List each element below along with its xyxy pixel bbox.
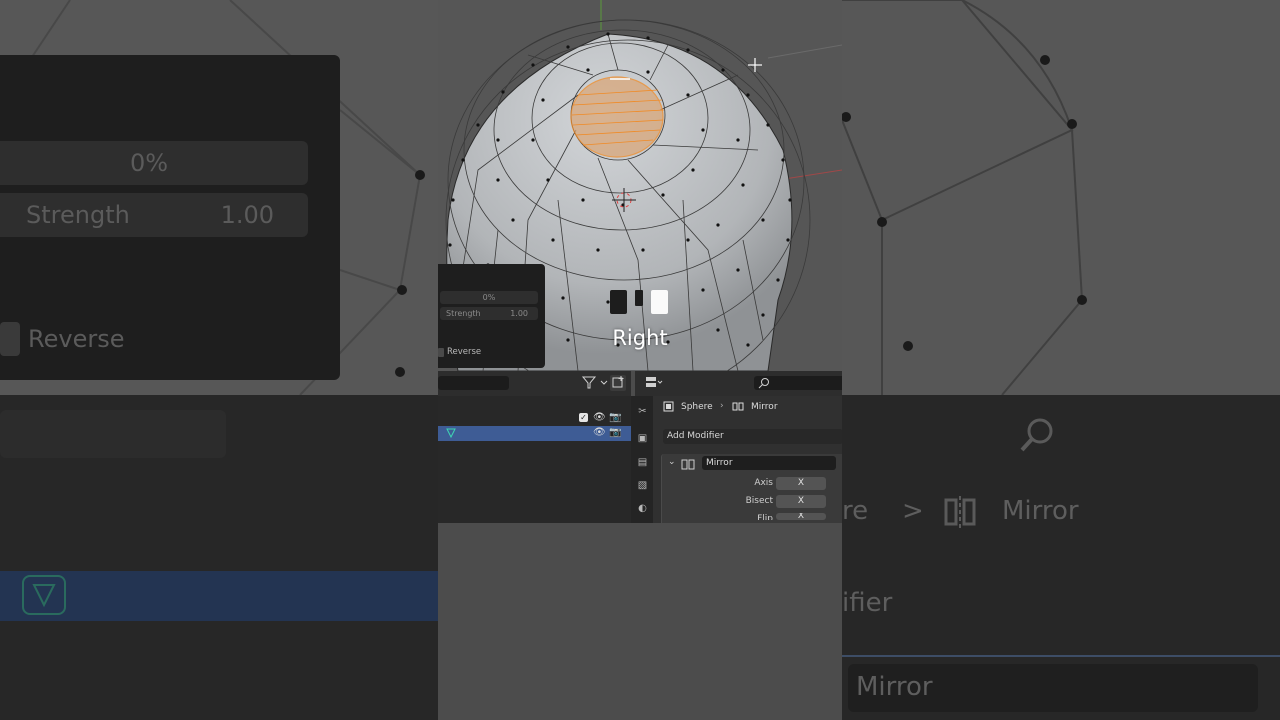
zoom-mod-name-field: Mirror — [848, 664, 1258, 712]
3d-viewport[interactable]: 0% Strength 1.00 Reverse Right — [438, 0, 842, 371]
collapse-chevron-icon[interactable]: ⌄ — [668, 457, 676, 467]
strength-field[interactable]: Strength 1.00 — [440, 307, 538, 320]
scene-tab-icon[interactable]: ◐ — [636, 502, 649, 515]
properties-editor: ✂ ▣ ▤ ▧ ◐ Sphere › Mirror Add Modifier ⌄ — [631, 396, 842, 524]
outliner-header — [438, 371, 631, 396]
breadcrumb-object: Sphere — [681, 402, 713, 412]
right-zoom-viewport — [842, 0, 1280, 396]
axis-x-toggle[interactable]: X — [776, 477, 826, 490]
outliner-row-sphere[interactable]: 👁 📷 — [438, 426, 631, 441]
mirror-modifier-icon — [681, 456, 695, 475]
zoom-add-tail: ifier — [842, 588, 893, 618]
zoom-reverse-label: Reverse — [28, 325, 125, 353]
zoom-strength-field: Strength 1.00 — [0, 193, 308, 237]
mirror-modifier-panel: ⌄ Mirror Axis X Bisect X Flip X — [661, 454, 842, 524]
search-icon — [758, 378, 769, 389]
eye-icon[interactable]: 👁 — [593, 427, 606, 439]
redo-last-panel: 0% Strength 1.00 Reverse — [438, 264, 545, 368]
chevron-right-icon: > — [902, 496, 924, 526]
object-icon — [663, 401, 674, 415]
tool-tab-icon[interactable]: ✂ — [636, 405, 649, 418]
render-tab-icon[interactable]: ▣ — [636, 432, 649, 445]
left-zoom-panel: 0% Strength 1.00 Reverse — [0, 0, 438, 720]
flip-x-toggle[interactable]: X — [776, 513, 826, 520]
zoom-mod-name: Mirror — [856, 672, 933, 702]
search-icon — [1020, 418, 1053, 452]
outliner-search-input[interactable] — [438, 376, 509, 390]
right-zoom-wireframe — [842, 0, 1087, 396]
zoom-crumb-tail: re — [842, 496, 869, 526]
zoom-divider — [842, 655, 1280, 657]
filter-icon[interactable] — [581, 375, 597, 391]
factor-field[interactable]: 0% — [440, 291, 538, 304]
mesh-icon — [22, 575, 66, 615]
outliner: ✓ 👁 📷 👁 📷 — [438, 396, 631, 523]
mouse-wheel — [635, 290, 643, 306]
zoom-factor-field: 0% — [0, 141, 308, 185]
strength-value: 1.00 — [510, 309, 528, 318]
properties-search-input[interactable] — [754, 376, 842, 390]
mirror-modifier-icon — [944, 496, 976, 528]
wrench-icon — [732, 401, 744, 415]
keycast-mouse-icon — [610, 290, 670, 316]
properties-tabs: ✂ ▣ ▤ ▧ ◐ — [631, 396, 653, 523]
mouse-left-button — [610, 290, 627, 314]
strength-label: Strength — [446, 309, 481, 318]
right-zoom-panel — [842, 0, 1280, 720]
new-collection-icon[interactable] — [610, 375, 626, 391]
modifier-name-field[interactable]: Mirror — [702, 456, 836, 470]
mesh-icon — [445, 427, 457, 439]
output-tab-icon[interactable]: ▤ — [636, 456, 649, 469]
zoom-crumb-modifier: Mirror — [1002, 496, 1079, 526]
zoom-reverse-checkbox — [0, 322, 20, 356]
editor-type-icon[interactable] — [645, 375, 663, 391]
camera-icon[interactable]: 📷 — [609, 412, 621, 424]
breadcrumb-modifier: Mirror — [751, 402, 778, 412]
keycast-label: Right — [612, 326, 668, 350]
bisect-x-toggle[interactable]: X — [776, 495, 826, 508]
zoom-search-bar — [0, 410, 226, 458]
exclude-checkbox[interactable]: ✓ — [579, 413, 588, 422]
view-layer-tab-icon[interactable]: ▧ — [636, 479, 649, 492]
zoom-strength-label: Strength — [26, 201, 130, 229]
outliner-row-collection[interactable]: ✓ 👁 📷 — [438, 411, 631, 426]
flip-label: Flip — [757, 514, 773, 520]
add-modifier-button[interactable]: Add Modifier — [663, 429, 842, 444]
properties-header — [635, 371, 842, 396]
reverse-checkbox[interactable] — [438, 348, 444, 357]
camera-icon[interactable]: 📷 — [609, 427, 621, 439]
bisect-label: Bisect — [745, 496, 773, 506]
eye-icon[interactable]: 👁 — [593, 412, 606, 424]
empty-area — [438, 523, 842, 720]
modifier-properties: Sphere › Mirror Add Modifier ⌄ Mirror Ax… — [659, 396, 842, 524]
chevron-right-icon: › — [720, 401, 724, 411]
axis-label: Axis — [754, 478, 773, 488]
reverse-label: Reverse — [447, 347, 482, 357]
zoom-strength-value: 1.00 — [220, 201, 274, 229]
mouse-right-button — [651, 290, 668, 314]
blender-window: 0% Strength 1.00 Reverse Right ✓ 👁 📷 👁 📷… — [438, 0, 842, 720]
